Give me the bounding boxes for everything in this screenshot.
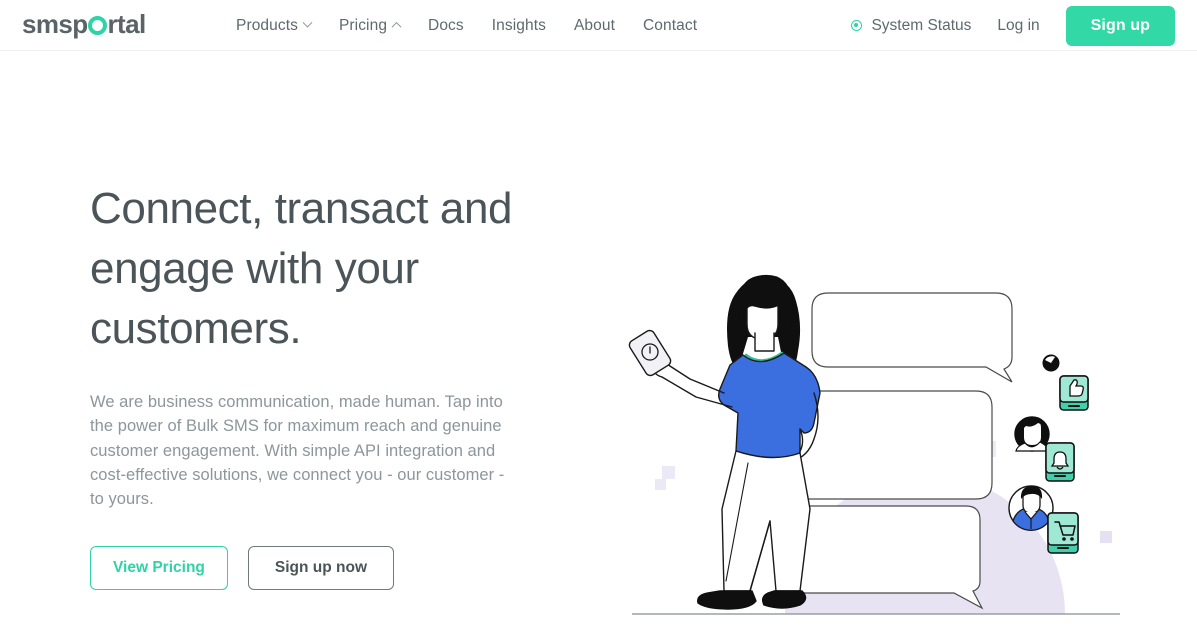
- nav-label-pricing: Pricing: [338, 16, 388, 34]
- page-title: Connect, transact and engage with your c…: [90, 184, 513, 353]
- nav-label-docs: Docs: [428, 16, 464, 34]
- site-header: smsp rtal Products Pricing Docs Insights …: [0, 0, 1197, 51]
- nav-item-products[interactable]: Products: [236, 13, 313, 39]
- nav-item-about[interactable]: About: [574, 13, 615, 39]
- smartphone-in-hand: [628, 329, 672, 377]
- logo-text-suffix: rtal: [107, 9, 147, 39]
- logo-text-prefix: smsp: [22, 9, 88, 39]
- view-pricing-button[interactable]: View Pricing: [90, 546, 228, 591]
- avatar-thumbsup-phone: [1042, 354, 1089, 411]
- chevron-up-icon: [391, 21, 402, 32]
- nav-item-docs[interactable]: Docs: [428, 13, 464, 39]
- speech-bubble-bottom: [791, 505, 984, 610]
- system-status-label: System Status: [871, 16, 972, 34]
- nav-item-insights[interactable]: Insights: [492, 13, 546, 39]
- nav-label-contact: Contact: [643, 16, 698, 34]
- hero-section: Connect, transact and engage with your c…: [0, 51, 1197, 638]
- nav-label-products: Products: [236, 16, 298, 34]
- brand-logo[interactable]: smsp rtal: [22, 11, 146, 37]
- logo-ring-icon: [88, 16, 108, 35]
- woman-figure: [650, 274, 821, 610]
- nav-item-pricing[interactable]: Pricing: [338, 13, 402, 39]
- chevron-down-icon: [302, 17, 313, 28]
- header-actions: System Status Log in Sign up: [851, 0, 1175, 51]
- hero-copy: Connect, transact and engage with your c…: [90, 179, 560, 591]
- main-navigation: Products Pricing Docs Insights About Con…: [236, 0, 697, 51]
- signup-now-button[interactable]: Sign up now: [247, 546, 395, 591]
- nav-label-insights: Insights: [491, 16, 546, 34]
- avatar-bell-phone: [1014, 416, 1075, 482]
- login-link[interactable]: Log in: [997, 17, 1039, 35]
- signup-button[interactable]: Sign up: [1065, 5, 1175, 46]
- hero-illustration: [600, 161, 1160, 631]
- nav-label-about: About: [573, 16, 615, 34]
- hero-cta-group: View Pricing Sign up now: [90, 546, 560, 591]
- system-status-link[interactable]: System Status: [851, 17, 971, 35]
- hero-subtitle: We are business communication, made huma…: [90, 393, 505, 509]
- nav-item-contact[interactable]: Contact: [643, 13, 697, 39]
- status-indicator-icon: [851, 20, 863, 31]
- speech-bubble-top: [811, 292, 1013, 383]
